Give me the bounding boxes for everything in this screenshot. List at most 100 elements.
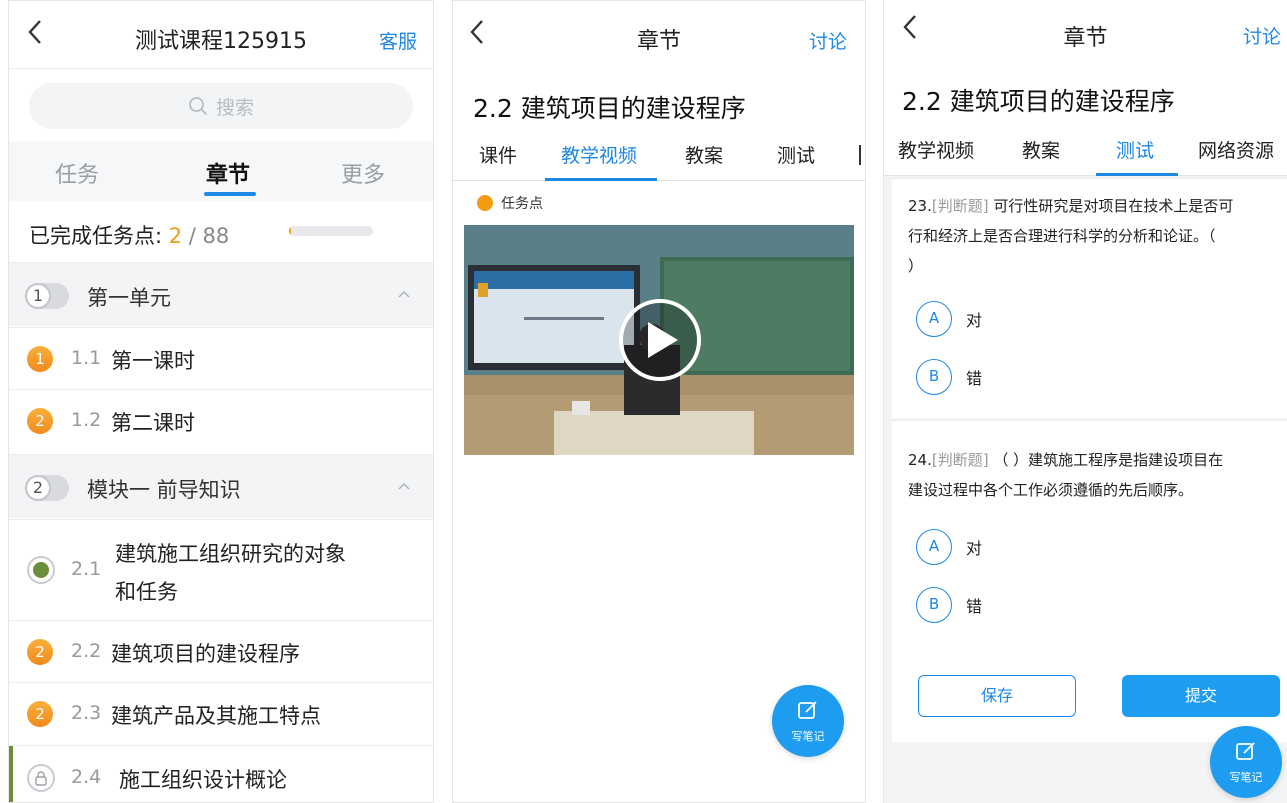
- course-panel: 测试课程125915 客服 搜索 任务 章节 更多 已完成任务点: 2 / 88…: [8, 0, 434, 803]
- chevron-up-icon[interactable]: [397, 287, 411, 301]
- question-card: 24.[判断题] （ ）建筑施工程序是指建设项目在 建设过程中各个工作必须遵循的…: [892, 420, 1287, 742]
- page-title: 章节: [636, 29, 681, 54]
- option-letter: A: [916, 529, 952, 565]
- tab-courseware[interactable]: 课件: [479, 141, 517, 168]
- tab-underline: [1096, 173, 1178, 176]
- answer-option-b[interactable]: B错: [916, 359, 982, 395]
- search-input[interactable]: 搜索: [29, 83, 413, 129]
- lesson-row[interactable]: 2 1.2 第二课时: [9, 389, 433, 451]
- unit-badge: 1: [25, 283, 69, 309]
- task-count-badge: 2: [27, 701, 53, 727]
- question-number: 23.: [908, 197, 932, 215]
- unit-title: 第一单元: [87, 286, 171, 310]
- question-line: 24.[判断题] （ ）建筑施工程序是指建设项目在: [908, 445, 1275, 475]
- edit-note-icon: [1236, 742, 1255, 760]
- option-letter: A: [916, 301, 952, 337]
- unit-badge: 2: [25, 475, 69, 501]
- section-heading: 2.2 建筑项目的建设程序: [473, 94, 746, 123]
- customer-service-link[interactable]: 客服: [379, 27, 417, 54]
- content-tabs: 教学视频 教案 测试 网络资源: [884, 128, 1287, 176]
- tab-test[interactable]: 测试: [777, 141, 815, 168]
- write-note-label: 写笔记: [791, 730, 825, 743]
- progress-label-text: 已完成任务点:: [29, 224, 169, 248]
- question-text: （ ）建筑施工程序是指建设项目在: [988, 451, 1224, 469]
- tab-underline: [545, 178, 657, 181]
- content-tabs: 课件 教学视频 教案 测试: [453, 133, 865, 181]
- lesson-title: 建筑产品及其施工特点: [111, 704, 321, 728]
- lesson-number: 2.1: [71, 558, 102, 580]
- lesson-row[interactable]: 1 1.1 第一课时: [9, 327, 433, 389]
- tab-lesson-plan[interactable]: 教案: [685, 141, 723, 168]
- submit-button[interactable]: 提交: [1122, 675, 1280, 717]
- tab-underline: [204, 192, 256, 196]
- tab-tasks[interactable]: 任务: [55, 157, 99, 189]
- progress-bar: [289, 226, 373, 236]
- tab-test[interactable]: 测试: [1116, 136, 1154, 163]
- top-bar: 章节 讨论: [453, 1, 865, 69]
- answer-option-a[interactable]: A对: [916, 301, 982, 337]
- save-button[interactable]: 保存: [918, 675, 1076, 717]
- option-text: 对: [966, 539, 983, 558]
- search-placeholder: 搜索: [215, 96, 254, 119]
- unit-header[interactable]: 2 模块一 前导知识: [9, 454, 433, 518]
- video-player[interactable]: [464, 225, 854, 455]
- video-panel: 章节 讨论 2.2 建筑项目的建设程序 课件 教学视频 教案 测试 任务点 写笔…: [452, 0, 866, 803]
- tab-more[interactable]: 更多: [341, 157, 385, 189]
- page-title: 章节: [1063, 26, 1108, 51]
- tab-chapters[interactable]: 章节: [206, 157, 250, 189]
- write-note-button[interactable]: 写笔记: [772, 685, 844, 757]
- lesson-row[interactable]: 2 2.3 建筑产品及其施工特点: [9, 682, 433, 744]
- progress-label: 已完成任务点: 2 / 88: [29, 220, 229, 250]
- answer-option-b[interactable]: B错: [916, 587, 982, 623]
- question-line: 23.[判断题] 可行性研究是对项目在技术上是否可: [908, 191, 1275, 221]
- lesson-title-line2: 和任务: [115, 580, 178, 604]
- write-note-button[interactable]: 写笔记: [1210, 726, 1282, 798]
- lesson-title: 施工组织设计概论: [119, 768, 287, 792]
- question-type: [判断题]: [931, 197, 989, 215]
- task-count-badge: 2: [27, 639, 53, 665]
- lesson-number: 1.2: [71, 409, 102, 431]
- lesson-row[interactable]: 2 2.2 建筑项目的建设程序: [9, 620, 433, 682]
- page-title: 测试课程125915: [135, 29, 307, 54]
- lesson-title-line1: 建筑施工组织研究的对象: [115, 542, 346, 566]
- tab-lesson-plan[interactable]: 教案: [1022, 136, 1060, 163]
- completed-radio-icon: [27, 556, 55, 584]
- test-panel: 章节 讨论 2.2 建筑项目的建设程序 教学视频 教案 测试 网络资源 23.[…: [883, 0, 1287, 803]
- tab-teaching-video[interactable]: 教学视频: [561, 141, 637, 168]
- option-text: 错: [966, 369, 983, 388]
- lesson-row-current[interactable]: 2.4 施工组织设计概论: [9, 745, 433, 802]
- task-count-badge: 1: [27, 346, 53, 372]
- unit-number: 2: [25, 475, 51, 501]
- question-type: [判断题]: [931, 451, 989, 469]
- tab-web-resources[interactable]: 网络资源: [1198, 136, 1274, 163]
- tab-bar: 任务 章节 更多: [9, 141, 433, 201]
- discuss-link[interactable]: 讨论: [809, 27, 847, 54]
- lesson-title: 建筑项目的建设程序: [111, 642, 300, 666]
- answer-option-a[interactable]: A对: [916, 529, 982, 565]
- task-point-dot: [477, 195, 493, 211]
- chevron-up-icon[interactable]: [397, 479, 411, 493]
- task-point-marker: 任务点: [477, 193, 543, 213]
- question-line: ）: [908, 257, 924, 275]
- tab-teaching-video[interactable]: 教学视频: [898, 136, 974, 163]
- unit-header[interactable]: 1 第一单元: [9, 262, 433, 326]
- video-thumbnail: [464, 225, 854, 455]
- lesson-title: 第一课时: [111, 349, 195, 373]
- lesson-row[interactable]: 2.1 建筑施工组织研究的对象 和任务: [9, 519, 433, 619]
- question-line: 行和经济上是否合理进行科学的分析和论证。（: [908, 227, 1216, 245]
- discuss-link[interactable]: 讨论: [1243, 22, 1281, 49]
- option-text: 对: [966, 311, 983, 330]
- option-letter: B: [916, 359, 952, 395]
- edit-note-icon: [798, 701, 817, 719]
- progress-total: / 88: [182, 224, 230, 248]
- lesson-number: 2.3: [71, 702, 102, 724]
- lesson-number: 2.4: [71, 766, 102, 788]
- top-bar: 章节 讨论: [884, 0, 1287, 64]
- lesson-number: 1.1: [71, 347, 102, 369]
- progress-fill: [289, 226, 291, 236]
- question-text: 可行性研究是对项目在技术上是否可: [988, 197, 1234, 215]
- top-bar: 测试课程125915 客服: [9, 1, 433, 69]
- lesson-number: 2.2: [71, 640, 102, 662]
- unit-number: 1: [25, 283, 51, 309]
- task-count-badge: 2: [27, 408, 53, 434]
